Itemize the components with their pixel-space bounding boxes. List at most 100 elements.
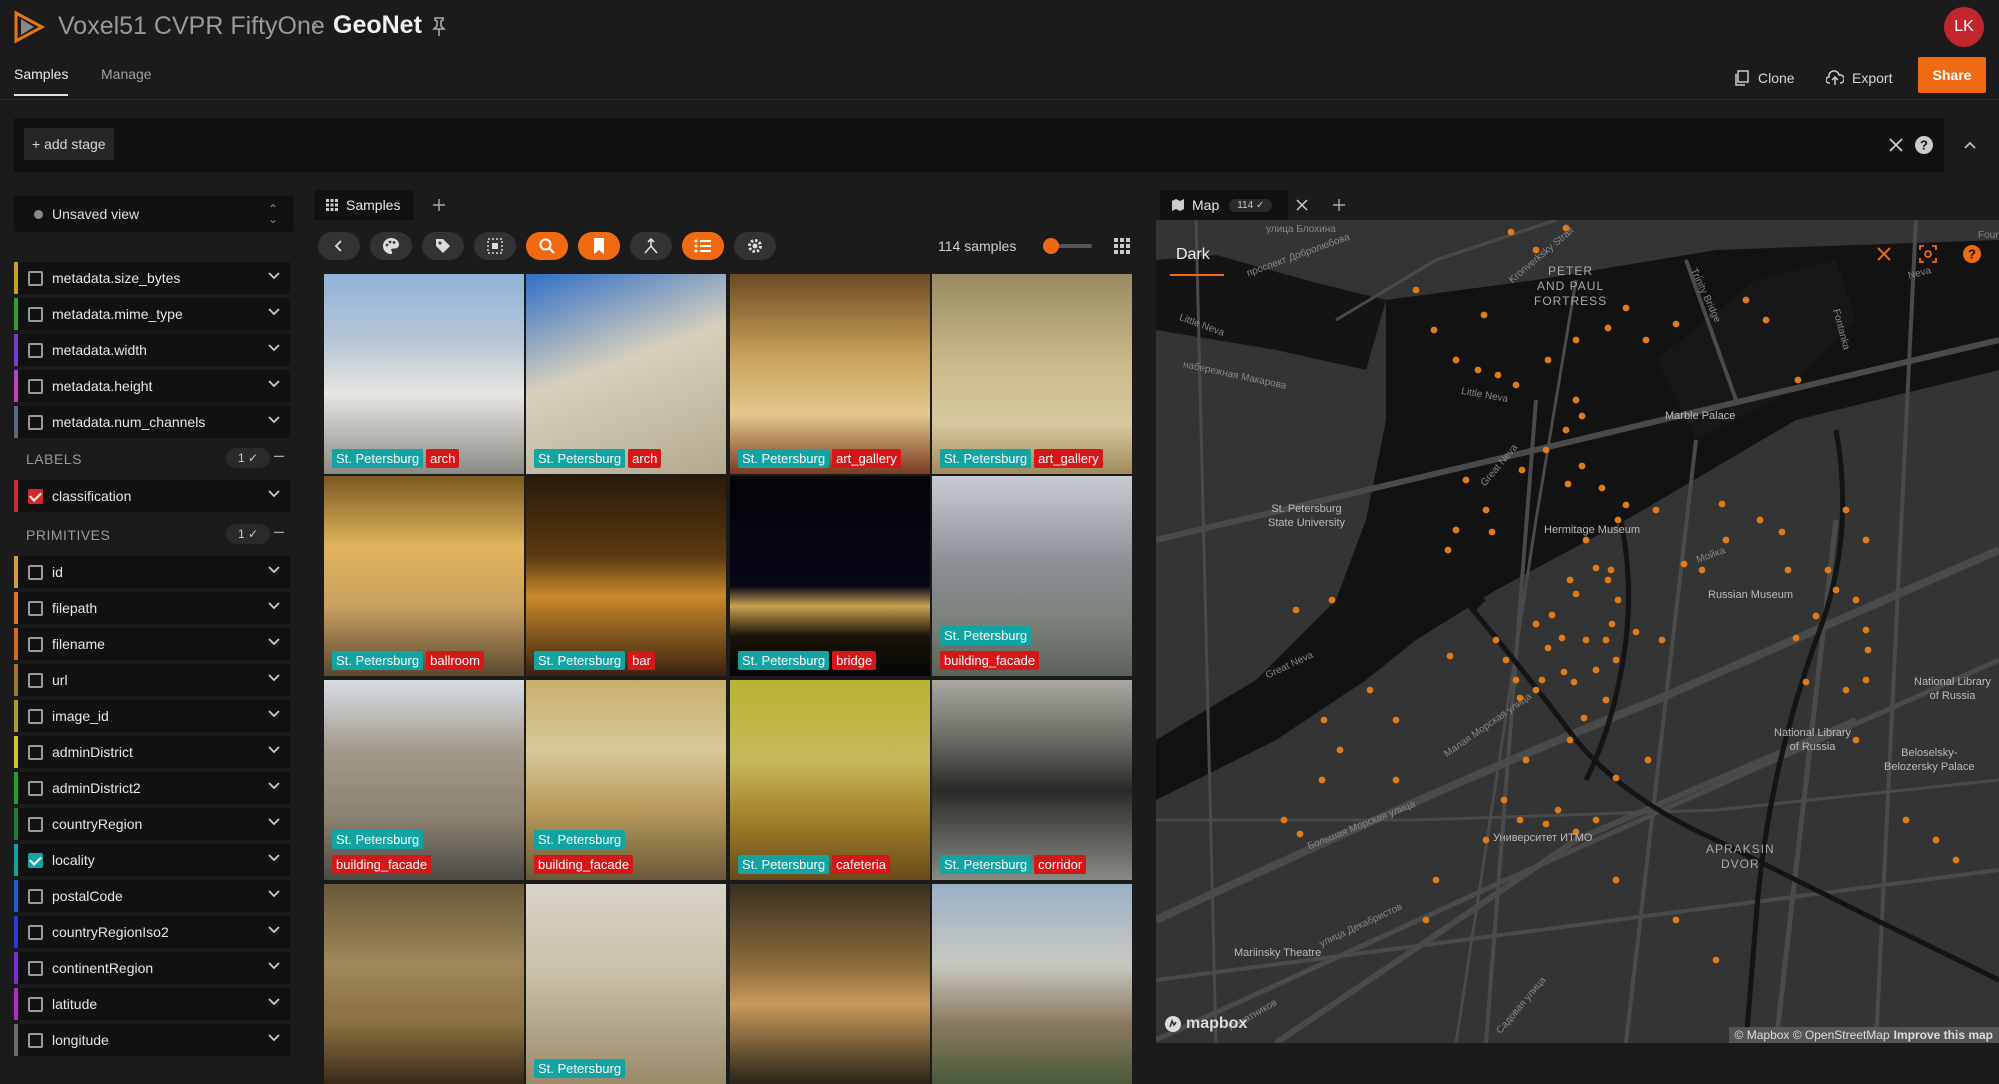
sample-image[interactable] [526, 274, 726, 474]
map-sample-point[interactable] [1832, 586, 1840, 594]
map-sample-point[interactable] [1812, 612, 1820, 620]
map-sample-point[interactable] [1622, 501, 1630, 509]
classification-badge[interactable]: arch [426, 449, 460, 468]
sample-tile[interactable]: St. Petersburg ballroom [324, 476, 524, 676]
map-attribution[interactable]: © Mapbox © OpenStreetMap Improve this ma… [1728, 1027, 1999, 1043]
field-checkbox[interactable] [28, 853, 43, 868]
grid-zoom-slider[interactable] [1043, 238, 1092, 254]
attribution-text[interactable]: © Mapbox © OpenStreetMap [1735, 1028, 1890, 1042]
chevron-down-icon[interactable] [268, 1034, 280, 1042]
sort-button[interactable] [682, 232, 724, 260]
sidebar-group-header[interactable]: PRIMITIVES 1 ✓ – [14, 518, 290, 550]
map-sample-point[interactable] [1566, 576, 1574, 584]
map-sample-point[interactable] [1444, 546, 1452, 554]
map-sample-point[interactable] [1480, 311, 1488, 319]
chevron-down-icon[interactable] [268, 380, 280, 388]
sidebar-field-row[interactable]: longitude [14, 1024, 290, 1056]
pin-icon[interactable] [430, 16, 448, 38]
chevron-down-icon[interactable] [268, 926, 280, 934]
map-sample-point[interactable] [1602, 696, 1610, 704]
map-sample-point[interactable] [1482, 506, 1490, 514]
field-checkbox[interactable] [28, 889, 43, 904]
chevron-down-icon[interactable] [268, 710, 280, 718]
map-sample-point[interactable] [1516, 816, 1524, 824]
map-sample-point[interactable] [1718, 500, 1726, 508]
classification-badge[interactable]: bar [628, 651, 655, 670]
map-sample-point[interactable] [1842, 686, 1850, 694]
chevron-down-icon[interactable] [268, 818, 280, 826]
map-sample-point[interactable] [1512, 381, 1520, 389]
search-button[interactable] [526, 232, 568, 260]
classification-badge[interactable]: cafeteria [832, 855, 890, 874]
map-sample-point[interactable] [1604, 324, 1612, 332]
sample-image[interactable] [526, 476, 726, 676]
sample-image[interactable] [932, 680, 1132, 880]
map-sample-point[interactable] [1392, 776, 1400, 784]
map-sample-point[interactable] [1622, 304, 1630, 312]
sample-image[interactable] [526, 884, 726, 1084]
map-sample-point[interactable] [1592, 564, 1600, 572]
sidebar-field-row[interactable]: adminDistrict [14, 736, 290, 768]
map-sample-point[interactable] [1612, 876, 1620, 884]
sample-tile[interactable] [324, 884, 524, 1084]
map-sample-point[interactable] [1592, 816, 1600, 824]
map-sample-point[interactable] [1366, 686, 1374, 694]
group-count-badge[interactable]: 1 ✓ [226, 448, 270, 468]
map-sample-point[interactable] [1862, 626, 1870, 634]
sidebar-field-row[interactable]: countryRegionIso2 [14, 916, 290, 948]
map-sample-point[interactable] [1488, 528, 1496, 536]
map-sample-point[interactable] [1794, 376, 1802, 384]
field-checkbox[interactable] [28, 745, 43, 760]
sample-image[interactable] [932, 274, 1132, 474]
sidebar-field-row[interactable]: continentRegion [14, 952, 290, 984]
map-sample-point[interactable] [1572, 336, 1580, 344]
map-sample-point[interactable] [1492, 636, 1500, 644]
sample-tile[interactable]: St. Petersburg arch [324, 274, 524, 474]
map-sample-point[interactable] [1518, 466, 1526, 474]
map-sample-point[interactable] [1494, 371, 1502, 379]
map-sample-point[interactable] [1558, 634, 1566, 642]
sample-image[interactable] [324, 884, 524, 1084]
map-sample-point[interactable] [1544, 644, 1552, 652]
field-checkbox[interactable] [28, 961, 43, 976]
map-sample-point[interactable] [1642, 336, 1650, 344]
field-checkbox[interactable] [28, 1033, 43, 1048]
locality-badge[interactable]: St. Petersburg [940, 626, 1032, 645]
map-sample-point[interactable] [1722, 536, 1730, 544]
map-sample-point[interactable] [1548, 611, 1556, 619]
map-sample-point[interactable] [1608, 620, 1616, 628]
sample-tile[interactable]: St. Petersburg art_gallery [932, 274, 1132, 474]
sample-image[interactable] [324, 274, 524, 474]
map-sample-point[interactable] [1336, 746, 1344, 754]
field-checkbox[interactable] [28, 601, 43, 616]
sample-tile[interactable]: St. Petersburg building_facade [324, 680, 524, 880]
sample-tile[interactable]: St. Petersburg arch [526, 274, 726, 474]
map-sample-point[interactable] [1542, 820, 1550, 828]
map-sample-point[interactable] [1598, 484, 1606, 492]
add-panel-icon[interactable] [1332, 198, 1346, 212]
chevron-down-icon[interactable] [268, 962, 280, 970]
collapse-group-icon[interactable]: – [274, 445, 284, 466]
chevron-down-icon[interactable] [268, 638, 280, 646]
map-sample-point[interactable] [1644, 756, 1652, 764]
map-sample-point[interactable] [1658, 636, 1666, 644]
field-checkbox[interactable] [28, 565, 43, 580]
sidebar-field-row[interactable]: metadata.size_bytes [14, 262, 290, 294]
sidebar-field-row[interactable]: url [14, 664, 290, 696]
sidebar-field-row[interactable]: postalCode [14, 880, 290, 912]
map-sample-point[interactable] [1422, 916, 1430, 924]
map-sample-point[interactable] [1572, 590, 1580, 598]
sidebar-field-row[interactable]: metadata.width [14, 334, 290, 366]
sidebar-field-row[interactable]: adminDistrict2 [14, 772, 290, 804]
locality-badge[interactable]: St. Petersburg [738, 855, 830, 874]
map-sample-point[interactable] [1864, 646, 1872, 654]
map-sample-point[interactable] [1452, 356, 1460, 364]
chevron-down-icon[interactable] [268, 490, 280, 498]
map-sample-point[interactable] [1712, 956, 1720, 964]
map-sample-point[interactable] [1560, 668, 1568, 676]
map-sample-point[interactable] [1952, 856, 1960, 864]
field-checkbox[interactable] [28, 271, 43, 286]
map-sample-point[interactable] [1512, 676, 1520, 684]
chevron-down-icon[interactable] [268, 602, 280, 610]
color-scheme-button[interactable] [370, 232, 412, 260]
